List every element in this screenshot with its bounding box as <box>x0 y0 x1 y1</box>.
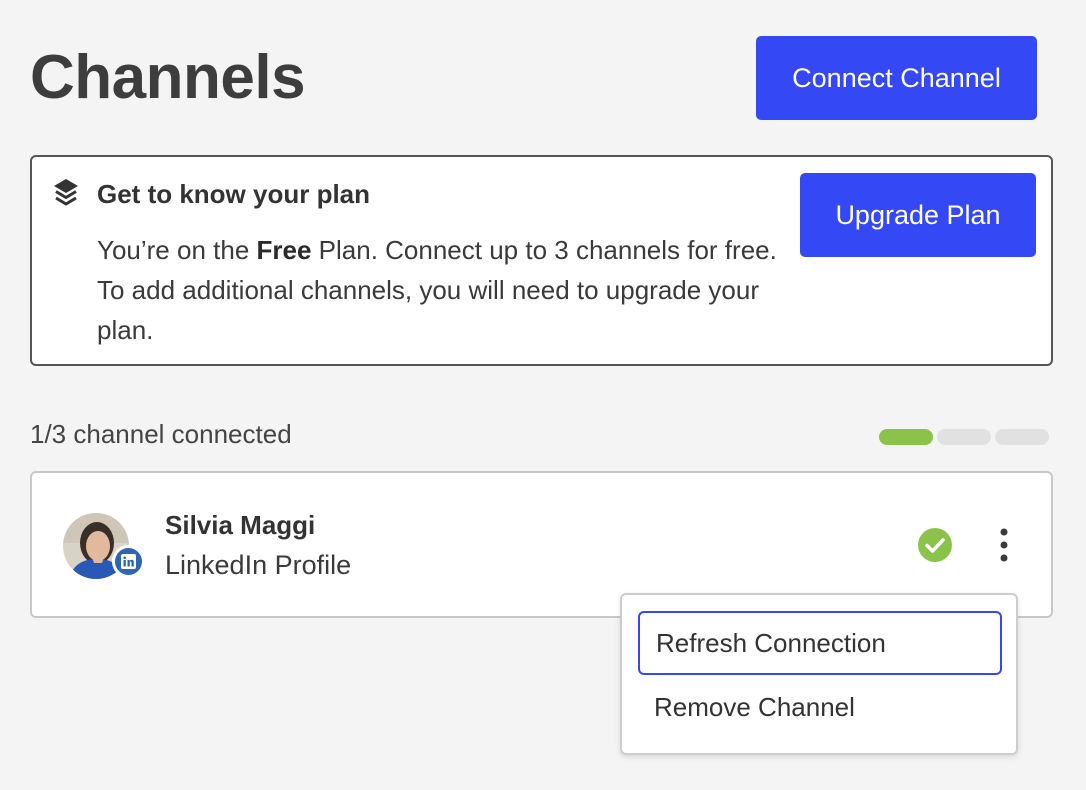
plan-description: You’re on the Free Plan. Connect up to 3… <box>97 230 777 350</box>
page-title: Channels <box>30 43 306 112</box>
plan-info-box: Get to know your plan You’re on the Free… <box>30 155 1053 366</box>
check-circle-icon <box>918 528 952 562</box>
progress-segment <box>879 429 933 445</box>
plan-text-prefix: You’re on the <box>97 235 257 265</box>
channel-usage-progress <box>879 429 1049 445</box>
progress-segment <box>995 429 1049 445</box>
channel-name: Silvia Maggi <box>165 510 316 540</box>
channel-count: 1/3 channel connected <box>30 419 292 449</box>
progress-segment <box>937 429 991 445</box>
layers-icon <box>54 179 78 206</box>
plan-name: Free <box>256 235 312 265</box>
menu-item-remove-channel[interactable]: Remove Channel <box>638 675 1002 739</box>
channel-options-menu: Refresh Connection Remove Channel <box>620 593 1018 755</box>
connect-channel-button[interactable]: Connect Channel <box>756 36 1037 120</box>
upgrade-plan-button[interactable]: Upgrade Plan <box>800 173 1036 257</box>
plan-title: Get to know your plan <box>97 179 371 209</box>
linkedin-icon <box>112 545 145 578</box>
channel-type: LinkedIn Profile <box>165 550 352 580</box>
kebab-menu-icon[interactable] <box>992 525 1016 565</box>
menu-item-refresh-connection[interactable]: Refresh Connection <box>638 611 1002 675</box>
